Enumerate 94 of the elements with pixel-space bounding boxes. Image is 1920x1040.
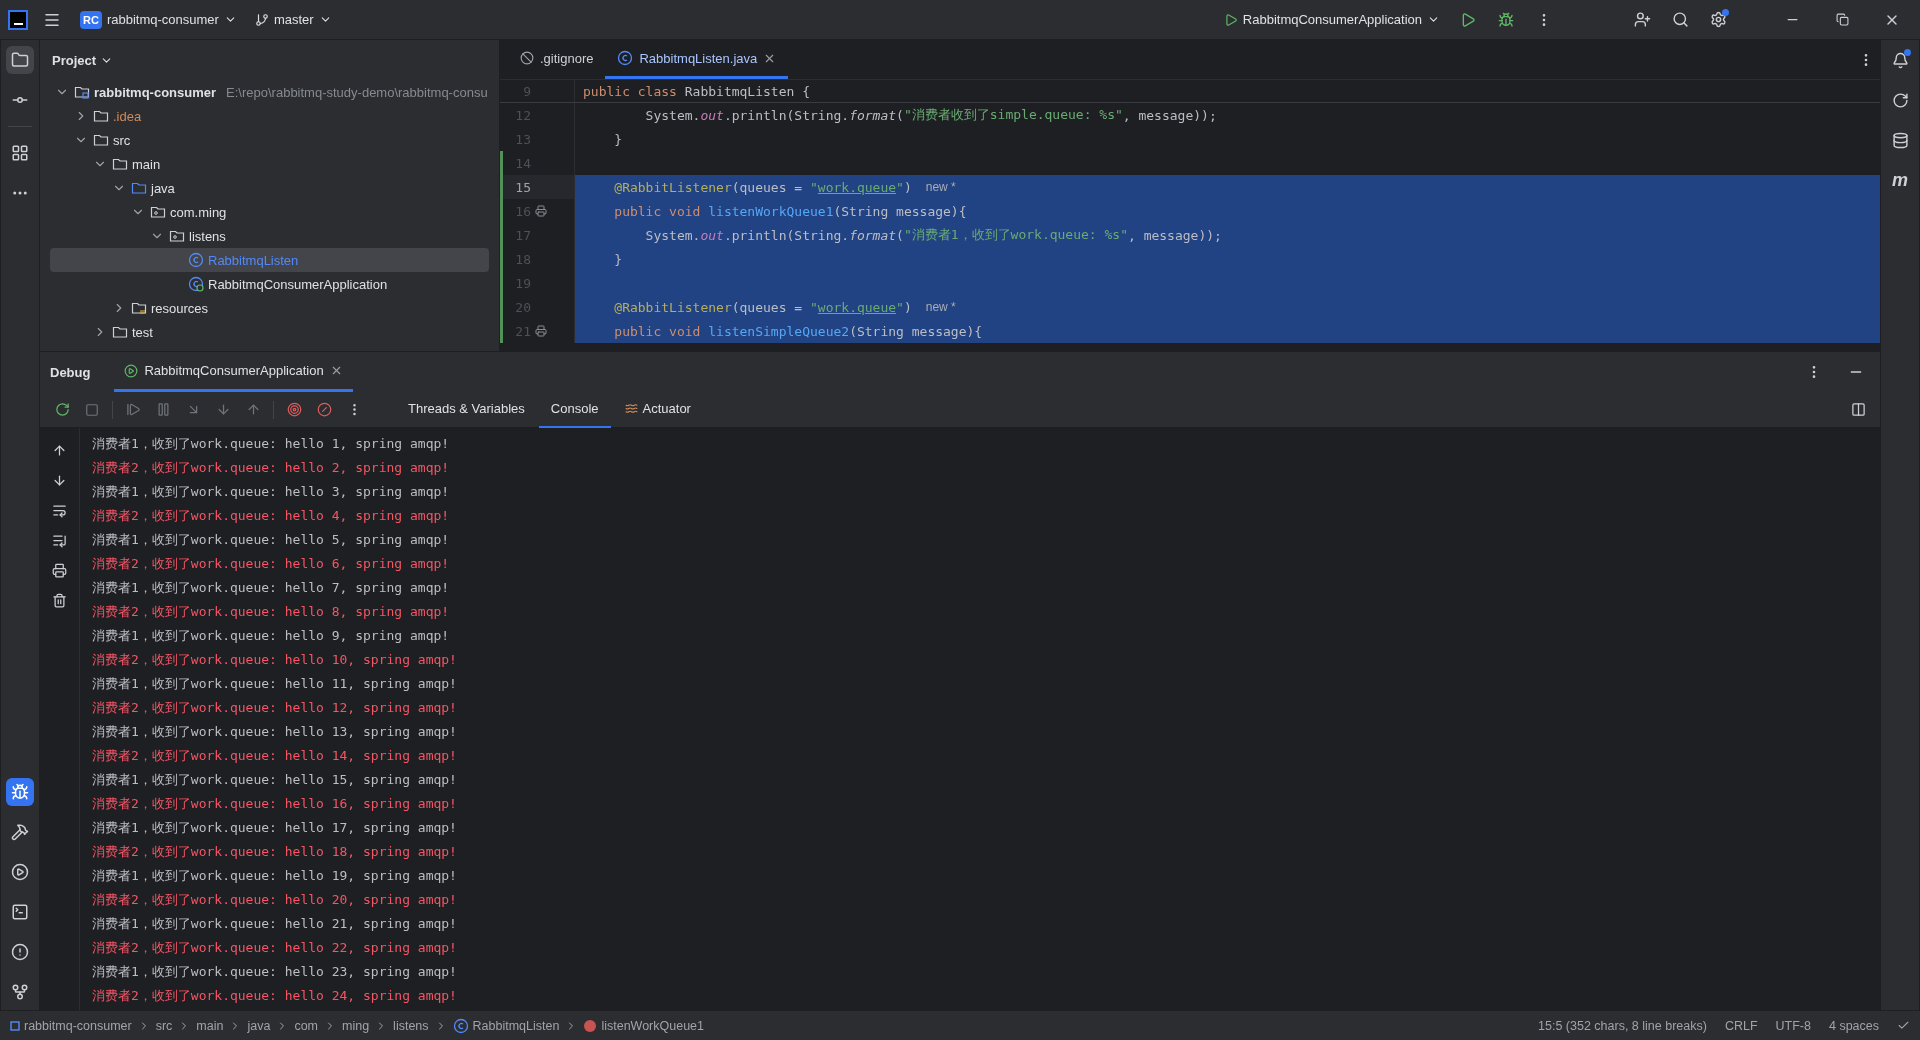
console-line: 消费者1，收到了work.queue: hello 5, spring amqp!: [92, 531, 451, 549]
status-item[interactable]: 15:5 (352 chars, 8 line breaks): [1538, 1018, 1707, 1033]
tree-item[interactable]: listens: [50, 224, 489, 248]
console-line: 消费者1，收到了work.queue: hello 3, spring amqp!: [92, 483, 451, 501]
package-icon: [150, 204, 166, 220]
console-line: 消费者2，收到了work.queue: hello 12, spring amqp!: [92, 699, 458, 717]
debug-tab[interactable]: Console: [538, 391, 611, 428]
console-line: 消费者2，收到了work.queue: hello 6, spring amqp!: [92, 555, 451, 573]
ignore-file-icon: [520, 51, 534, 65]
console-line: 消费者2，收到了work.queue: hello 2, spring amqp!: [92, 459, 451, 477]
line-number: 15: [514, 179, 531, 195]
debug-tab[interactable]: Actuator: [612, 391, 703, 428]
folder-icon: [74, 84, 90, 100]
tree-item[interactable]: main: [50, 152, 489, 176]
folder-icon: [112, 324, 128, 340]
debug-panel-title: Debug: [50, 363, 92, 382]
tree-item-label: rabbitmq-consumer: [94, 84, 217, 100]
branch-icon: [254, 12, 269, 27]
console-line: 消费者2，收到了work.queue: hello 8, spring amqp!: [92, 603, 451, 621]
tree-item[interactable]: RabbitmqConsumerApplication: [50, 272, 489, 296]
debug-tab[interactable]: Threads & Variables: [396, 391, 537, 428]
breadcrumb[interactable]: rabbitmq-consumer: [10, 1018, 132, 1033]
console-line: 消费者2，收到了work.queue: hello 10, spring amqp!: [92, 651, 458, 669]
console-line: 消费者1，收到了work.queue: hello 9, spring amqp!: [92, 627, 451, 645]
tree-item-label: listens: [189, 228, 226, 244]
status-item[interactable]: 4 spaces: [1828, 1018, 1879, 1033]
folder-icon: [93, 108, 109, 124]
console-line: 消费者2，收到了work.queue: hello 16, spring amqp!: [92, 795, 458, 813]
status-item[interactable]: UTF-8: [1775, 1018, 1811, 1033]
tree-item[interactable]: .idea: [50, 104, 489, 128]
breadcrumb[interactable]: com: [294, 1018, 318, 1033]
console-line: 消费者1，收到了work.queue: hello 13, spring amqp!: [92, 723, 458, 741]
tree-item-label: .idea: [113, 108, 142, 124]
maven-tool[interactable]: m: [1886, 166, 1914, 194]
path-hint: E:\repo\rabbitmq-study-demo\rabbitmq-consu: [226, 84, 488, 100]
method-icon: [583, 1018, 598, 1033]
project-panel-title[interactable]: Project: [52, 52, 114, 68]
breadcrumb[interactable]: main: [196, 1018, 224, 1033]
class-icon: [188, 276, 204, 292]
app-logo[interactable]: [8, 9, 28, 30]
tree-item-label: com.ming: [170, 204, 227, 220]
tree-item-label: resources: [151, 300, 209, 316]
folder-icon[interactable]: [6, 46, 34, 74]
folder-icon: [112, 156, 128, 172]
tree-item[interactable]: resources: [50, 296, 489, 320]
breadcrumb[interactable]: ming: [342, 1018, 370, 1033]
console-line: 消费者1，收到了work.queue: hello 1, spring amqp!: [92, 435, 451, 453]
tree-item[interactable]: rabbitmq-consumer E:\repo\rabbitmq-study-demo\rabbitmq-consu: [50, 80, 489, 104]
tree-item-label: src: [113, 132, 131, 148]
console-line: 消费者1，收到了work.queue: hello 23, spring amqp!: [92, 963, 458, 981]
class-icon: [452, 1017, 469, 1034]
run-config-selector[interactable]: RabbitmqConsumerApplication: [1219, 8, 1444, 31]
module-icon: [10, 1020, 20, 1031]
status-item[interactable]: CRLF: [1724, 1018, 1758, 1033]
breadcrumb[interactable]: java: [247, 1018, 271, 1033]
tree-item-label: RabbitmqConsumerApplication: [208, 276, 388, 292]
package-icon: [169, 228, 185, 244]
console-line: 消费者2，收到了work.queue: hello 20, spring amqp!: [92, 891, 458, 909]
console-line: 消费者2，收到了work.queue: hello 24, spring amqp!: [92, 987, 458, 1005]
play-icon: [1223, 12, 1238, 27]
console-line: 消费者1，收到了work.queue: hello 17, spring amqp!: [92, 819, 458, 837]
folder-icon: [131, 180, 147, 196]
editor-tab[interactable]: .gitignore: [508, 40, 606, 79]
console-line: 消费者2，收到了work.queue: hello 18, spring amqp!: [92, 843, 458, 861]
tree-item-label: RabbitmqListen: [208, 252, 299, 268]
console-line: 消费者1，收到了work.queue: hello 15, spring amqp!: [92, 771, 458, 789]
tree-item[interactable]: src: [50, 128, 489, 152]
bug-icon[interactable]: [6, 778, 34, 806]
console-line: 消费者1，收到了work.queue: hello 19, spring amqp!: [92, 867, 458, 885]
check-icon: [1897, 1019, 1910, 1032]
folder-icon: [93, 132, 109, 148]
class-icon: [188, 252, 204, 268]
tree-item-label: test: [132, 324, 153, 340]
console-line: 消费者2，收到了work.queue: hello 22, spring amqp!: [92, 939, 458, 957]
app-run-icon: [124, 363, 139, 378]
console-line: 消费者1，收到了work.queue: hello 7, spring amqp!: [92, 579, 451, 597]
branch-switcher[interactable]: master: [250, 8, 336, 31]
tree-item-label: java: [151, 180, 175, 196]
tree-item[interactable]: test: [50, 320, 489, 344]
tree-item-label: main: [132, 156, 161, 172]
console-line: 消费者1，收到了work.queue: hello 11, spring amqp!: [92, 675, 458, 693]
folder-icon: [131, 300, 147, 316]
console-line: 消费者2，收到了work.queue: hello 4, spring amqp!: [92, 507, 451, 525]
tree-item[interactable]: java: [50, 176, 489, 200]
breadcrumb[interactable]: listenWorkQueue1: [583, 1018, 704, 1033]
breadcrumb[interactable]: RabbitmqListen: [452, 1017, 560, 1034]
class-icon: [617, 50, 634, 66]
console-line: 消费者2，收到了work.queue: hello 14, spring amqp!: [92, 747, 458, 765]
editor-tab[interactable]: RabbitmqListen.java: [605, 40, 789, 79]
breadcrumb[interactable]: listens: [393, 1018, 429, 1033]
breadcrumb[interactable]: src: [155, 1018, 173, 1033]
console-line: 消费者1，收到了work.queue: hello 21, spring amqp!: [92, 915, 458, 933]
project-switcher[interactable]: RC rabbitmq-consumer: [76, 6, 241, 33]
tree-item[interactable]: com.ming: [50, 200, 489, 224]
